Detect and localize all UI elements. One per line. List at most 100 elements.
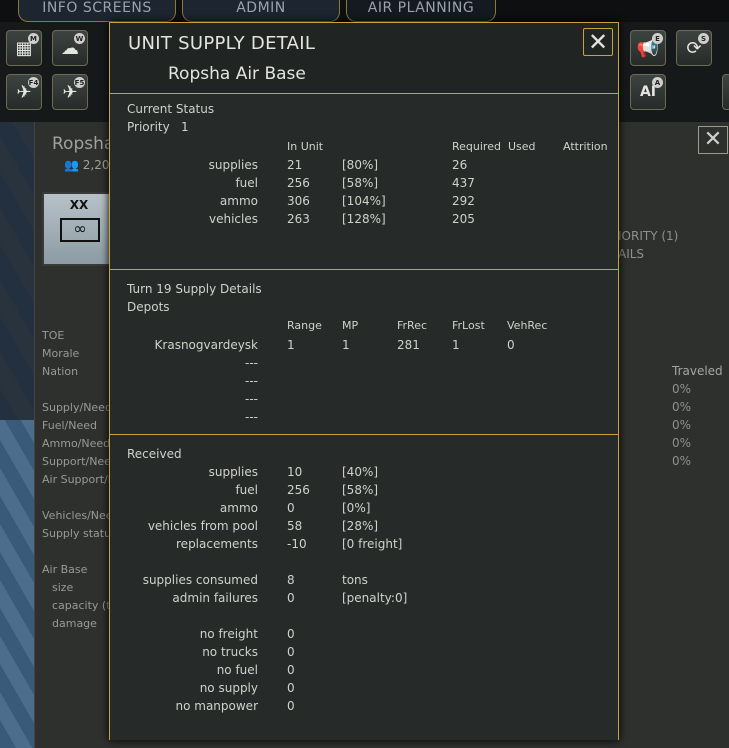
stat-label: Supply/Need <box>42 401 112 414</box>
current-status-heading: Current Status <box>127 102 215 116</box>
depot-value: 0 <box>507 338 515 352</box>
received-row-extra: [40%] <box>342 465 379 479</box>
received-row-value: 256 <box>287 483 310 497</box>
received-row-label: supplies <box>208 465 258 479</box>
received-row-extra: [0 freight] <box>342 537 403 551</box>
col-in-unit: In Unit <box>287 140 324 153</box>
depot-column-header: FrRec <box>397 319 428 332</box>
stat-label: Air Base <box>42 563 88 576</box>
depot-value: 1 <box>452 338 460 352</box>
dialog-subtitle: Ropsha Air Base <box>168 64 306 84</box>
stat-label: Support/Nee <box>42 455 111 468</box>
status-row-in-unit: 263 <box>287 212 310 226</box>
received-row-value: -10 <box>287 537 307 551</box>
unit-supply-detail-dialog: UNIT SUPPLY DETAIL Ropsha Air Base ✕ Cur… <box>109 22 619 740</box>
received-row-label: no freight <box>199 627 258 641</box>
received-row-label: ammo <box>219 501 258 515</box>
unit-counter[interactable]: XX ∞ <box>42 192 112 266</box>
depot-name: --- <box>245 392 258 406</box>
status-row-in-unit: 306 <box>287 194 310 208</box>
panel-close-button[interactable]: ✕ <box>698 126 728 154</box>
received-row-value: 8 <box>287 573 295 587</box>
stat-label <box>42 381 117 399</box>
depots-heading: Depots <box>127 300 170 314</box>
received-row-label: fuel <box>235 483 258 497</box>
air-unit-icon[interactable]: ✈ F4 <box>6 74 42 110</box>
depot-value: 281 <box>397 338 420 352</box>
depot-value: 1 <box>287 338 295 352</box>
top-navigation-bar: INFO SCREENS ADMIN AIR PLANNING <box>0 0 729 22</box>
stat-label: damage <box>52 617 97 630</box>
hotkey-tag: S <box>698 33 709 44</box>
received-heading: Received <box>127 447 182 461</box>
more-icon[interactable] <box>722 74 729 110</box>
unit-strength: 👥 2,20 <box>64 158 110 172</box>
received-row-label: no supply <box>199 681 258 695</box>
depot-column-header: MP <box>342 319 359 332</box>
stat-label: Vehicles/Nee <box>42 509 113 522</box>
hotkey-tag: E <box>652 33 663 44</box>
received-row-value: 0 <box>287 663 295 677</box>
weather-icon[interactable]: ☁ W <box>52 30 88 66</box>
traveled-value: 0% <box>672 454 692 468</box>
received-row-value: 10 <box>287 465 303 479</box>
turn-details-heading: Turn 19 Supply Details <box>127 282 262 296</box>
depot-column-header: VehRec <box>507 319 548 332</box>
depot-value: 1 <box>342 338 350 352</box>
traveled-value: 0% <box>672 400 692 414</box>
received-row-value: 0 <box>287 681 295 695</box>
current-status-section: Current Status Priority 1 In Unit Requir… <box>110 93 618 269</box>
megaphone-icon[interactable]: 📢 E <box>630 30 666 66</box>
hotkey-tag: A <box>652 77 663 88</box>
details-text: AILS <box>618 247 645 261</box>
status-row-label: vehicles <box>209 212 258 226</box>
received-row-value: 58 <box>287 519 303 533</box>
received-row-extra: [penalty:0] <box>342 591 408 605</box>
traveled-column: Traveled 0% 0% 0% 0% 0% <box>672 362 723 470</box>
status-row-required: 205 <box>452 212 475 226</box>
hotkey-tag: W <box>74 33 85 44</box>
status-row-label: ammo <box>219 194 258 208</box>
air-base-symbol-icon: ∞ <box>60 218 100 242</box>
received-row-extra: [28%] <box>342 519 379 533</box>
tab-admin[interactable]: ADMIN <box>182 0 340 22</box>
map-icon[interactable]: ▦ M <box>6 30 42 66</box>
depot-name: --- <box>245 356 258 370</box>
received-row-label: replacements <box>176 537 258 551</box>
tab-air-planning[interactable]: AIR PLANNING <box>346 0 496 22</box>
unit-size-label: XX <box>69 198 89 212</box>
status-row-label: supplies <box>208 158 258 172</box>
received-row-value: 0 <box>287 501 295 515</box>
traveled-header: Traveled <box>672 364 723 378</box>
refresh-icon[interactable]: ⟳ S <box>676 30 712 66</box>
stat-label <box>42 489 117 507</box>
dialog-title: UNIT SUPPLY DETAIL <box>128 33 316 54</box>
status-row-in-unit: 21 <box>287 158 303 172</box>
received-row-label: supplies consumed <box>142 573 258 587</box>
status-row-required: 26 <box>452 158 468 172</box>
stat-label <box>42 543 117 561</box>
received-row-value: 0 <box>287 591 295 605</box>
status-row-in-unit: 256 <box>287 176 310 190</box>
map-water[interactable] <box>0 420 36 748</box>
tab-info-screens[interactable]: INFO SCREENS <box>18 0 176 22</box>
received-row-label: no trucks <box>202 645 258 659</box>
status-row-required: 292 <box>452 194 475 208</box>
ai-icon[interactable]: AI A <box>630 74 666 110</box>
unit-name: Ropsha <box>52 134 115 154</box>
received-row-extra: tons <box>342 573 368 587</box>
close-button[interactable]: ✕ <box>583 28 613 56</box>
priority-text: IORITY (1) <box>618 229 679 243</box>
col-required: Required <box>452 140 501 153</box>
status-row-percent: [80%] <box>342 158 379 172</box>
stat-label: Ammo/Need <box>42 437 111 450</box>
status-row-percent: [58%] <box>342 176 379 190</box>
status-row-percent: [104%] <box>342 194 386 208</box>
status-row-required: 437 <box>452 176 475 190</box>
priority-value: 1 <box>181 120 189 134</box>
air-mission-icon[interactable]: ✈ F5 <box>52 74 88 110</box>
priority-label: Priority <box>127 120 170 134</box>
stat-label: Air Support/N <box>42 473 117 486</box>
depot-column-header: FrLost <box>452 319 485 332</box>
received-section: Received supplies 10 [40%] fuel 256 [58%] ammo… <box>110 434 618 740</box>
